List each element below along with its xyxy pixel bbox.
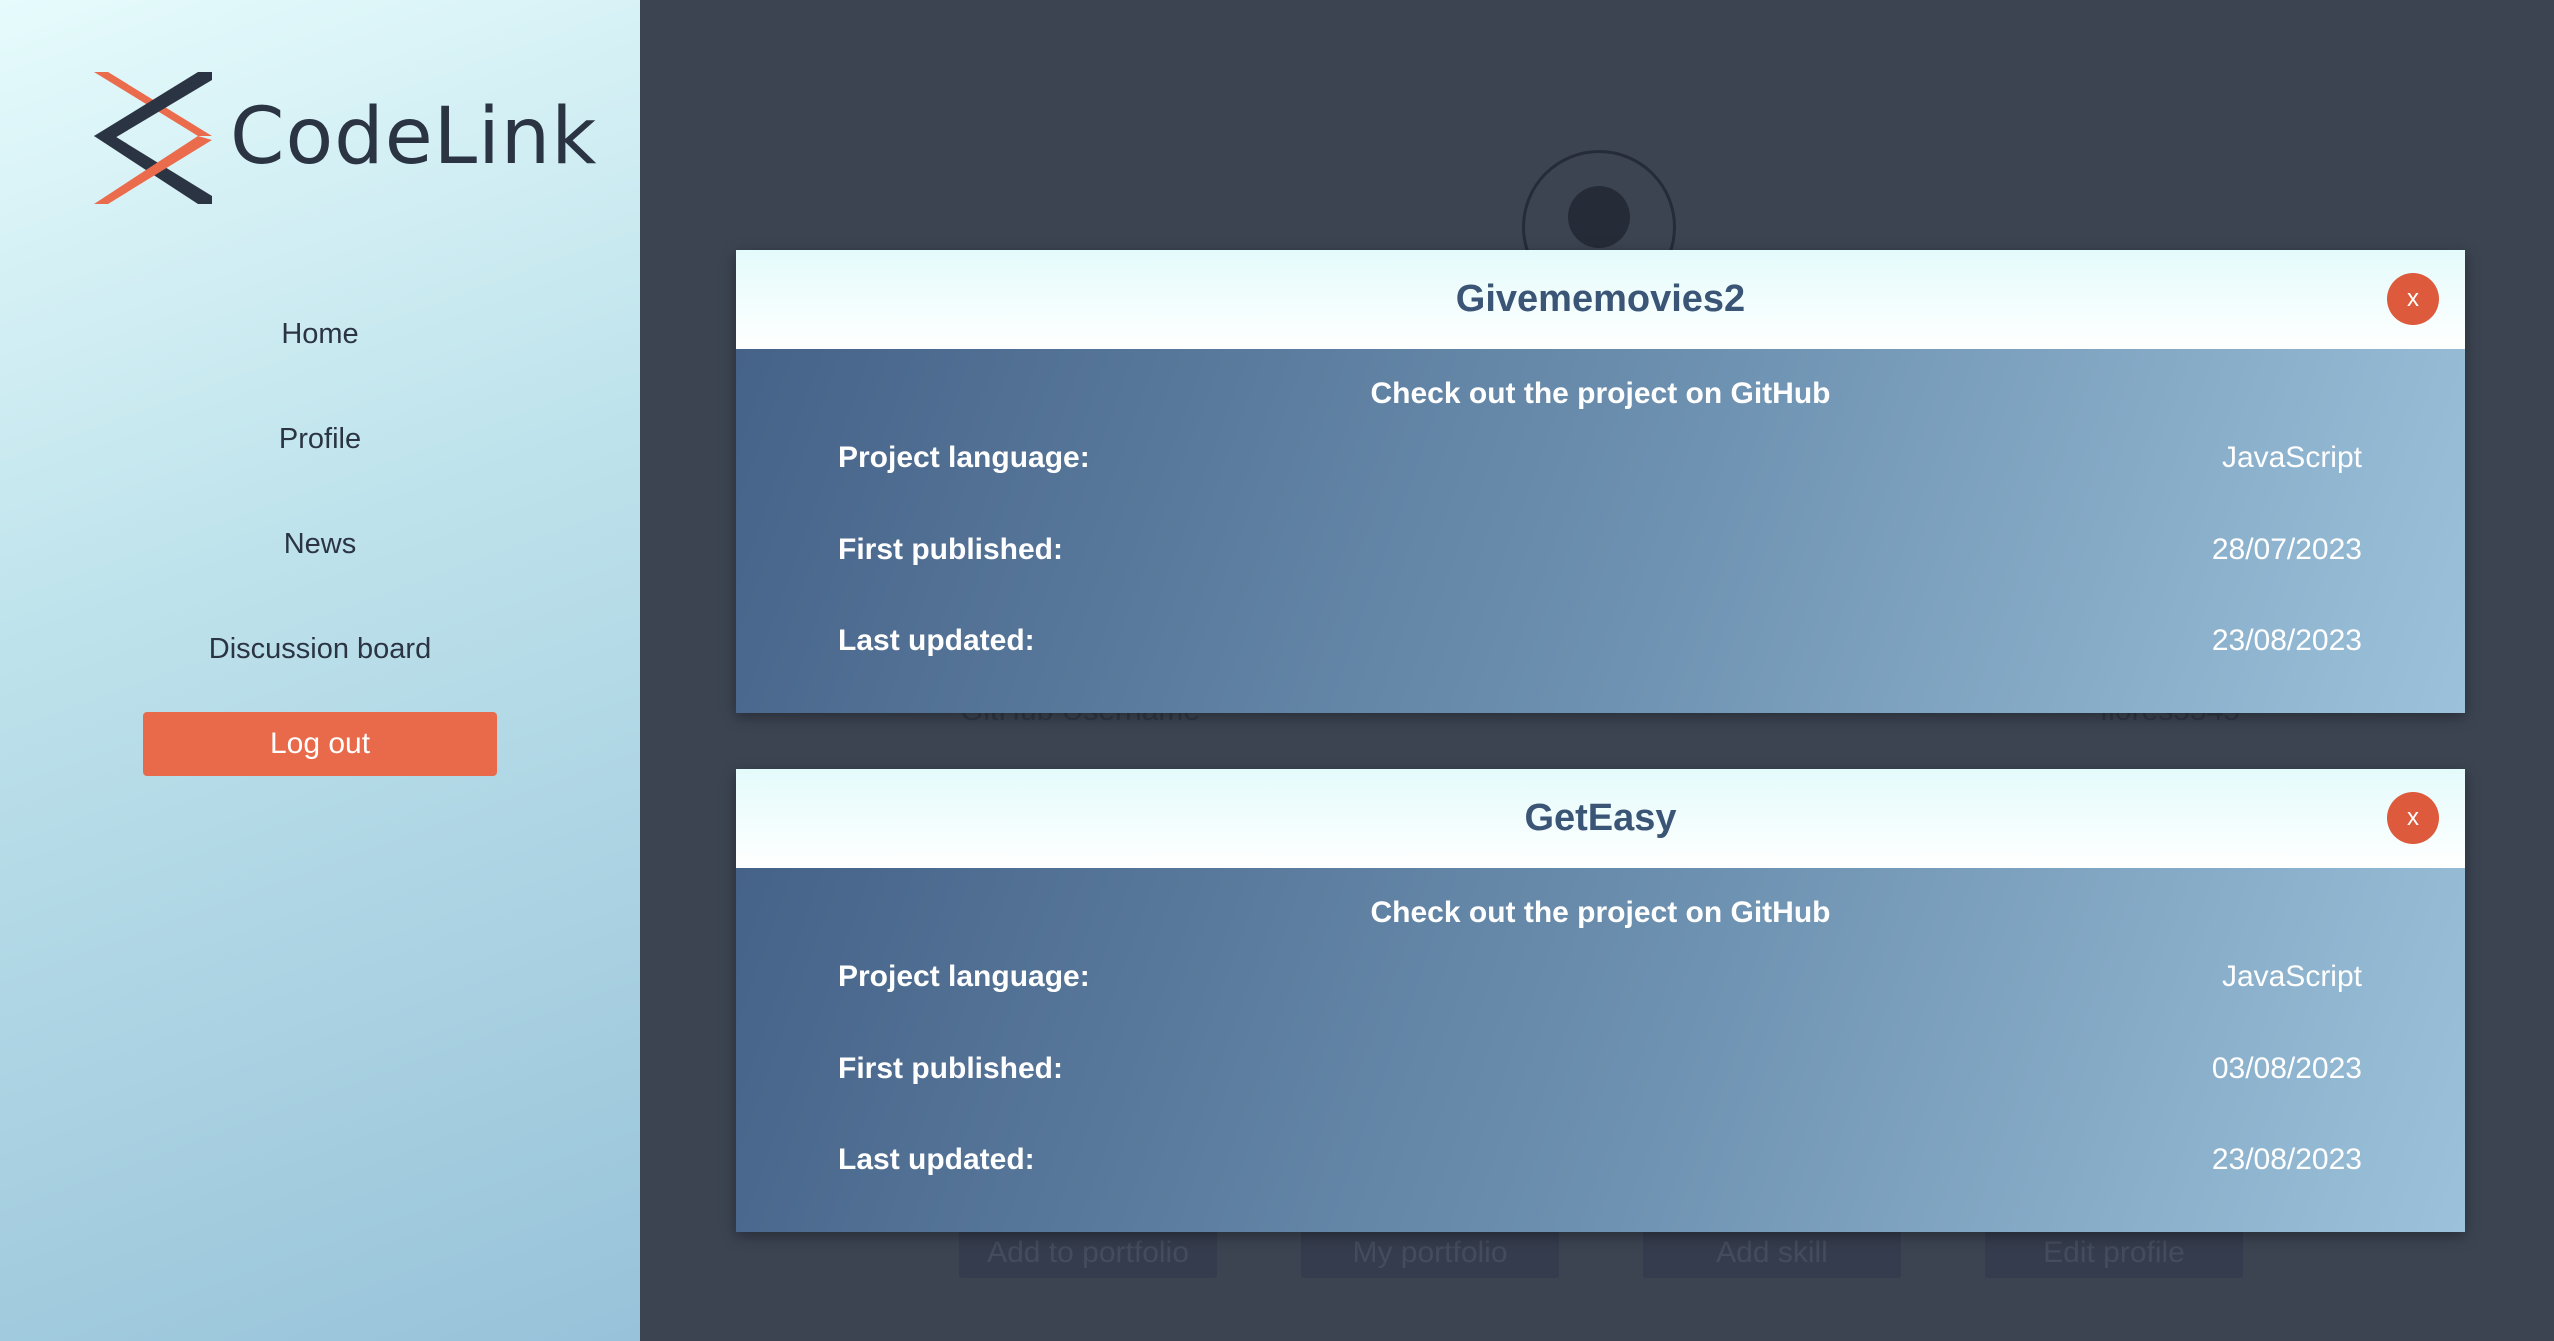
first-published-label: First published: (838, 1052, 1063, 1085)
last-updated-row: Last updated: 23/08/2023 (838, 1143, 2362, 1177)
first-published-row: First published: 28/07/2023 (838, 533, 2362, 567)
first-published-value: 03/08/2023 (2211, 1052, 2362, 1085)
sidebar-nav: Home Profile News Discussion board (0, 282, 640, 702)
project-language-label: Project language: (838, 441, 1090, 474)
project-card-body: Check out the project on GitHub Project … (736, 868, 2465, 1232)
sidebar-item-discussion-board[interactable]: Discussion board (0, 597, 640, 702)
github-link[interactable]: Check out the project on GitHub (736, 377, 2465, 411)
project-language-row: Project language: JavaScript (838, 960, 2362, 994)
logo[interactable]: CodeLink (94, 70, 597, 204)
project-language-label: Project language: (838, 960, 1090, 993)
last-updated-row: Last updated: 23/08/2023 (838, 624, 2362, 658)
project-language-value: JavaScript (2221, 960, 2362, 993)
close-icon: x (2407, 804, 2419, 831)
add-skill-button[interactable]: Add skill (1643, 1228, 1901, 1278)
sidebar: CodeLink Home Profile News Discussion bo… (0, 0, 640, 1341)
brand-name: CodeLink (230, 92, 598, 182)
project-card: GetEasy x Check out the project on GitHu… (736, 769, 2465, 1232)
last-updated-label: Last updated: (838, 1143, 1035, 1176)
last-updated-value: 23/08/2023 (2211, 624, 2362, 657)
project-card-header: GetEasy x (736, 769, 2465, 868)
profile-actions: Add to portfolio My portfolio Add skill … (959, 1228, 2243, 1278)
sidebar-item-news[interactable]: News (0, 492, 640, 597)
avatar-icon (1568, 186, 1630, 248)
github-link[interactable]: Check out the project on GitHub (736, 896, 2465, 930)
add-to-portfolio-button[interactable]: Add to portfolio (959, 1228, 1217, 1278)
first-published-label: First published: (838, 533, 1063, 566)
last-updated-value: 23/08/2023 (2211, 1143, 2362, 1176)
last-updated-label: Last updated: (838, 624, 1035, 657)
project-title: GetEasy (1524, 797, 1677, 839)
close-button[interactable]: x (2387, 792, 2439, 844)
close-icon: x (2407, 285, 2419, 312)
first-published-row: First published: 03/08/2023 (838, 1052, 2362, 1086)
project-card-body: Check out the project on GitHub Project … (736, 349, 2465, 713)
project-title: Givememovies2 (1455, 278, 1746, 320)
first-published-value: 28/07/2023 (2211, 533, 2362, 566)
edit-profile-button[interactable]: Edit profile (1985, 1228, 2243, 1278)
project-card: Givememovies2 x Check out the project on… (736, 250, 2465, 713)
sidebar-item-profile[interactable]: Profile (0, 387, 640, 492)
my-portfolio-button[interactable]: My portfolio (1301, 1228, 1559, 1278)
project-card-header: Givememovies2 x (736, 250, 2465, 349)
project-language-value: JavaScript (2221, 441, 2362, 474)
project-language-row: Project language: JavaScript (838, 441, 2362, 475)
codelink-logo-icon (94, 72, 212, 204)
close-button[interactable]: x (2387, 273, 2439, 325)
logout-button[interactable]: Log out (143, 712, 497, 776)
sidebar-item-home[interactable]: Home (0, 282, 640, 387)
app-root: CodeLink Home Profile News Discussion bo… (0, 0, 2554, 1341)
